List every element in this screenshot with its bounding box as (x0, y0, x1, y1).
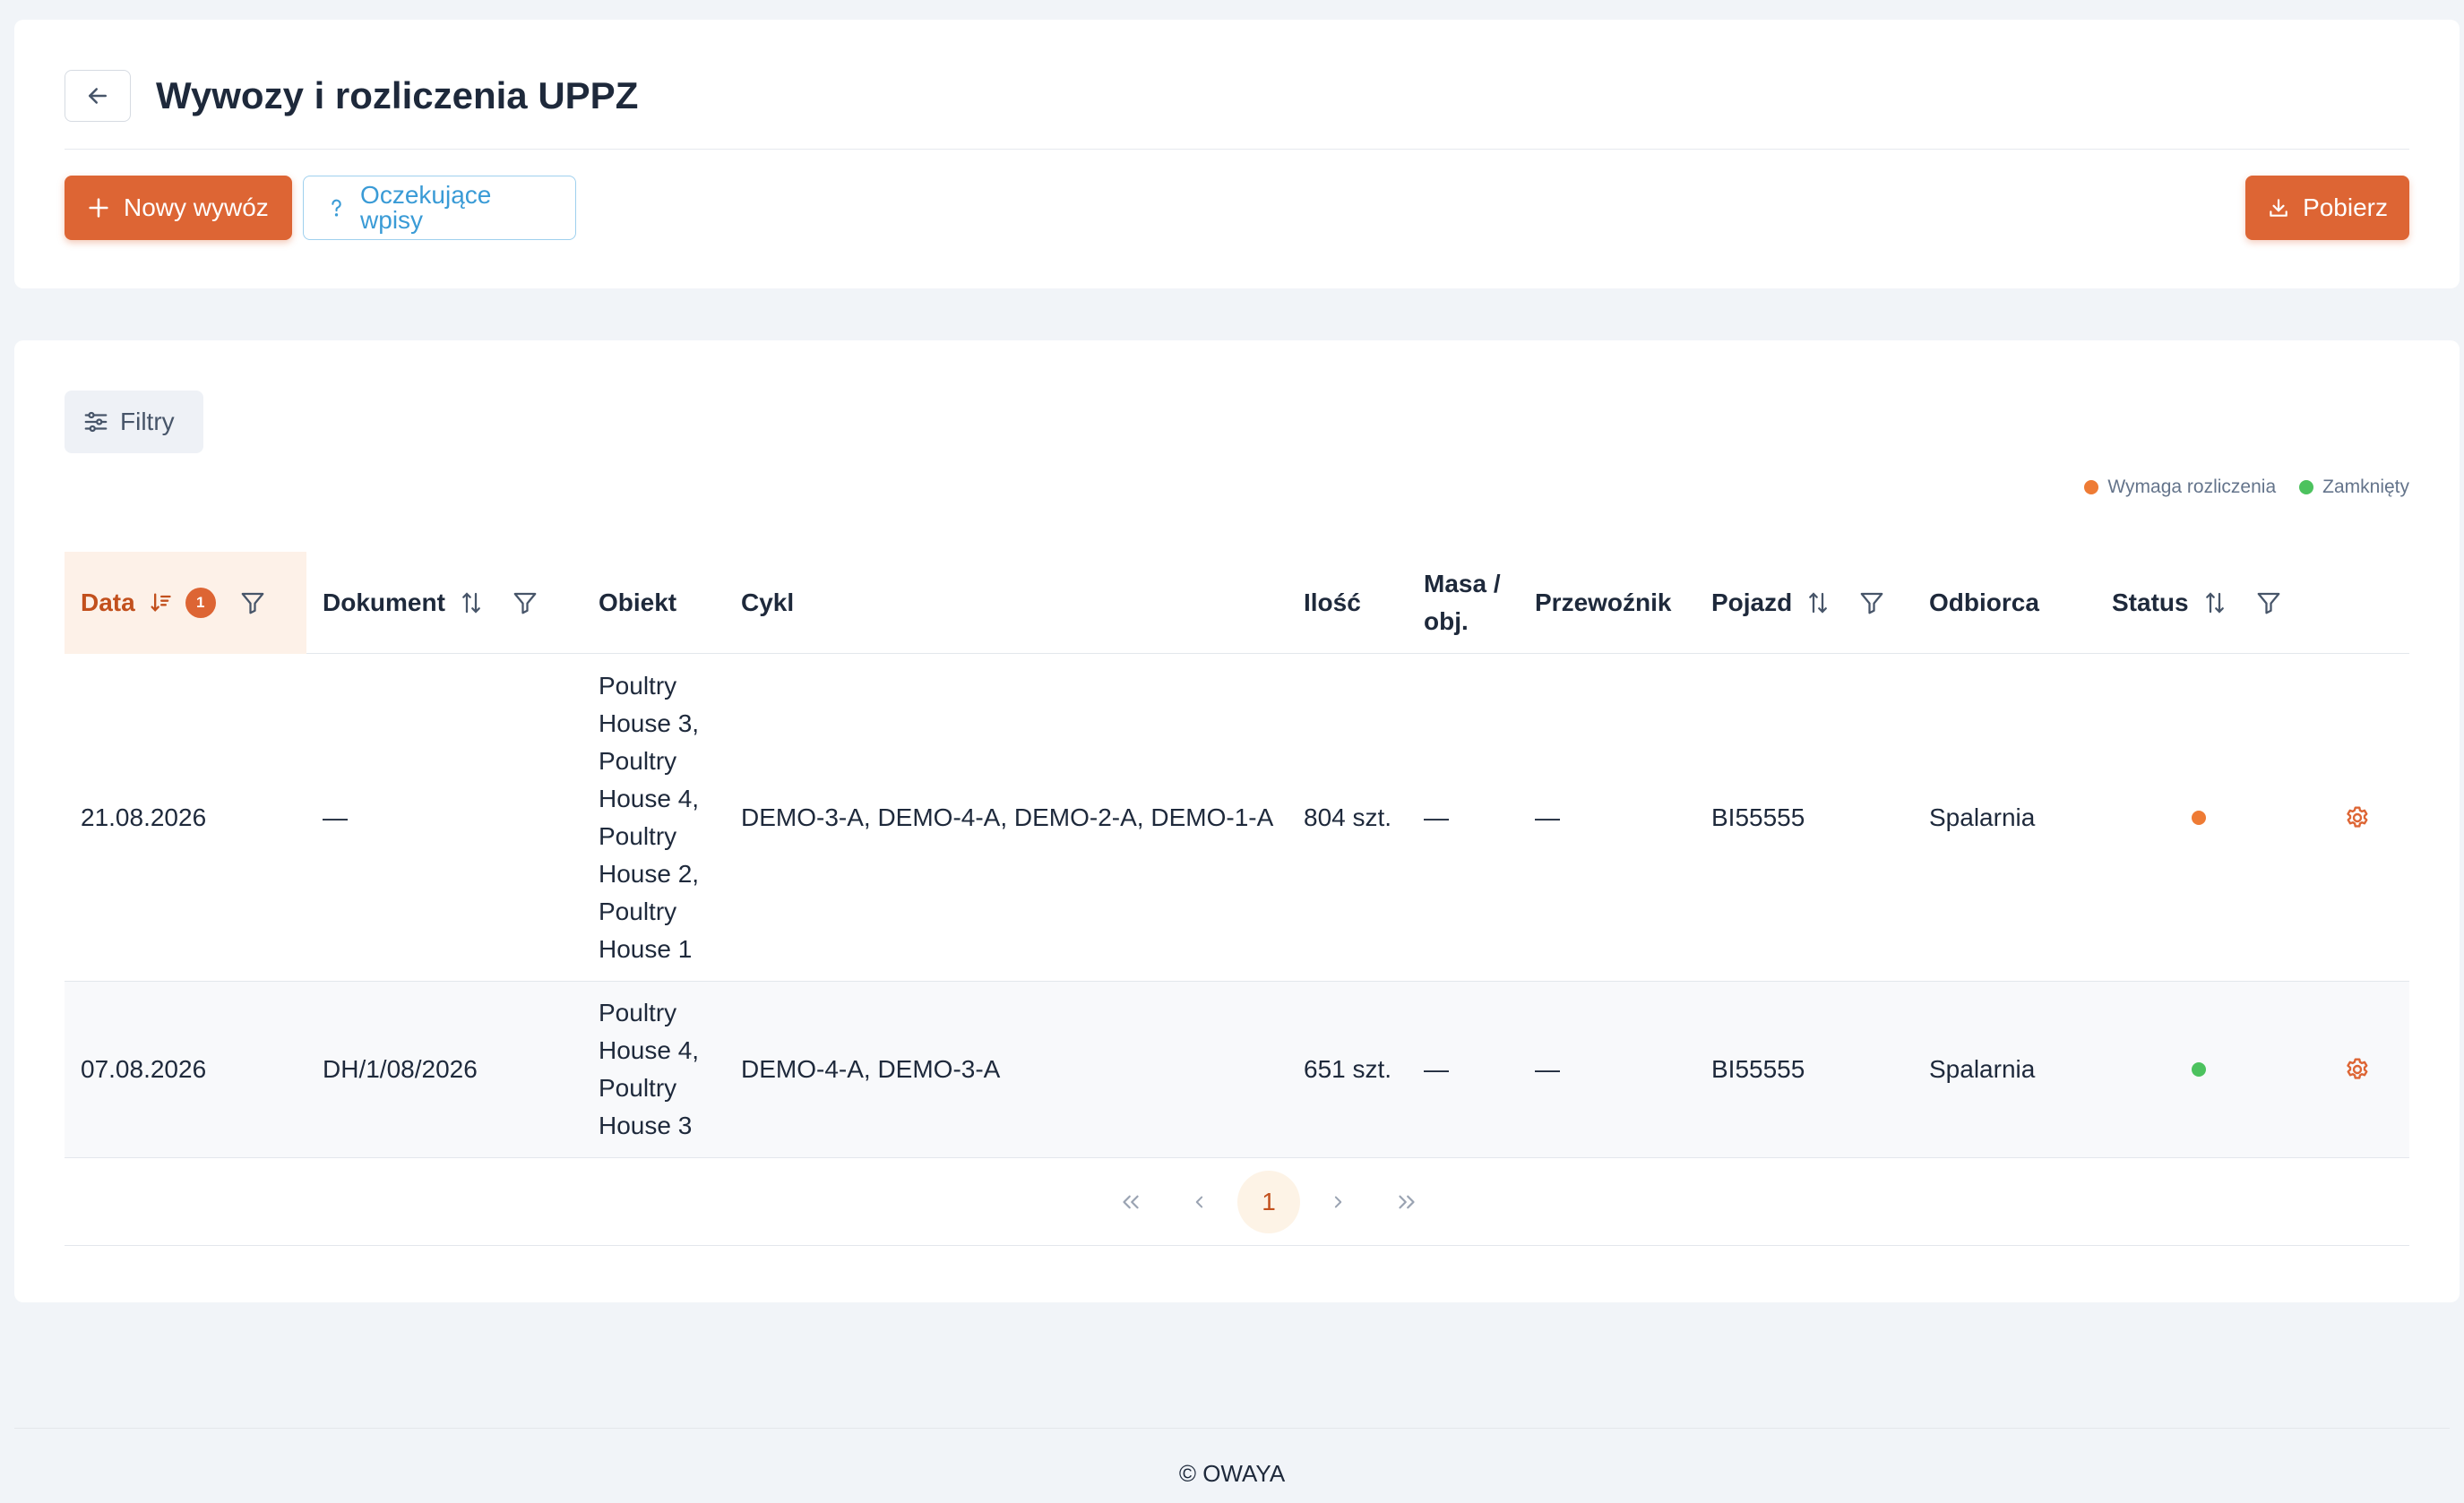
filters-label: Filtry (120, 408, 175, 435)
column-ilosc-label: Ilość (1304, 588, 1361, 616)
cell-data: 21.08.2026 (81, 803, 207, 831)
filter-icon[interactable] (512, 589, 538, 616)
pending-entries-label: Oczekujące wpisy (360, 181, 492, 234)
download-icon (2270, 199, 2287, 217)
filter-icon[interactable] (239, 589, 266, 616)
back-button[interactable] (65, 70, 131, 122)
column-przewoznik: Przewoźnik (1535, 552, 1671, 654)
plus-icon (89, 198, 108, 218)
column-data-label: Data (81, 588, 135, 616)
filters-button[interactable]: Filtry (65, 391, 203, 453)
status-legend: Wymaga rozliczenia Zamknięty (2084, 477, 2409, 498)
gear-icon[interactable] (2343, 803, 2372, 832)
table-row[interactable]: 21.08.2026 — Poultry House 3, Poultry Ho… (65, 654, 2409, 982)
header-card: Wywozy i rozliczenia UPPZ Nowy wywóz Ocz… (14, 20, 2460, 288)
sort-order-badge: 1 (185, 588, 216, 618)
column-status[interactable]: Status (2112, 552, 2282, 654)
download-label: Pobierz (2303, 193, 2388, 221)
chevron-right-icon (1334, 1196, 1342, 1208)
column-obiekt: Obiekt (599, 552, 676, 654)
new-removal-label: Nowy wywóz (124, 193, 269, 221)
main-card: Filtry Wymaga rozliczenia Zamknięty Data… (14, 340, 2460, 1302)
column-pojazd[interactable]: Pojazd (1711, 552, 1885, 654)
chevrons-right-icon (1399, 1195, 1415, 1209)
footer-copyright: © OWAYA (1178, 1460, 1286, 1487)
column-data[interactable]: Data 1 (65, 552, 306, 654)
status-dot (2192, 810, 2206, 825)
legend-item-closed: Zamknięty (2299, 477, 2409, 498)
column-status-label: Status (2112, 588, 2189, 616)
column-przewoznik-label: Przewoźnik (1535, 588, 1672, 616)
cell-odbiorca: Spalarnia (1929, 1055, 2036, 1083)
column-pojazd-label: Pojazd (1711, 588, 1793, 616)
legend-label: Wymaga rozliczenia (2107, 477, 2277, 497)
column-cykl-label: Cykl (741, 588, 795, 616)
cell-przewoznik: — (1535, 1055, 1560, 1083)
page-title: Wywozy i rozliczenia UPPZ (156, 74, 639, 116)
cell-obiekt: Poultry House 3, Poultry House 4, Poultr… (599, 671, 700, 963)
legend-label: Zamknięty (2322, 477, 2409, 497)
cell-przewoznik: — (1535, 803, 1560, 831)
cell-dokument: — (323, 803, 348, 831)
cell-cykl: DEMO-4-A, DEMO-3-A (741, 1055, 1001, 1083)
column-masa-label: Masa / obj. (1424, 570, 1501, 635)
column-odbiorca-label: Odbiorca (1929, 588, 2039, 616)
cell-cykl: DEMO-3-A, DEMO-4-A, DEMO-2-A, DEMO-1-A (741, 803, 1274, 831)
sort-desc-icon[interactable] (148, 589, 173, 616)
filter-icon[interactable] (1858, 589, 1885, 616)
column-odbiorca: Odbiorca (1929, 552, 2039, 654)
next-page-button[interactable] (1306, 1171, 1369, 1233)
sort-icon[interactable] (458, 589, 485, 616)
legend-dot-green (2299, 480, 2314, 494)
cell-actions (2343, 654, 2372, 981)
table-row[interactable]: 07.08.2026 DH/1/08/2026 Poultry House 4,… (65, 982, 2409, 1158)
column-dokument-label: Dokument (323, 588, 445, 616)
gear-icon[interactable] (2343, 1055, 2372, 1084)
sort-icon[interactable] (1805, 589, 1831, 616)
cell-masa: — (1424, 1055, 1449, 1083)
removals-table: Data 1 Dokument Obiekt Cykl Ilość Masa /… (65, 552, 2409, 1246)
status-dot (2192, 1062, 2206, 1077)
last-page-button[interactable] (1375, 1171, 1438, 1233)
chevron-left-icon (1195, 1196, 1203, 1208)
cell-obiekt: Poultry House 4, Poultry House 3 (599, 999, 700, 1139)
cell-actions (2343, 982, 2372, 1157)
filter-icon[interactable] (2255, 589, 2282, 616)
download-button[interactable]: Pobierz (2245, 176, 2409, 240)
cell-status (2192, 654, 2206, 981)
column-obiekt-label: Obiekt (599, 588, 677, 616)
cell-data: 07.08.2026 (81, 1055, 207, 1083)
table-header: Data 1 Dokument Obiekt Cykl Ilość Masa /… (65, 552, 2409, 654)
pending-entries-button[interactable]: Oczekujące wpisy (303, 176, 576, 240)
cell-pojazd: BI55555 (1711, 803, 1805, 831)
cell-dokument: DH/1/08/2026 (323, 1055, 478, 1083)
question-icon (332, 199, 341, 217)
chevrons-left-icon (1123, 1195, 1139, 1209)
legend-dot-orange (2084, 480, 2099, 494)
cell-masa: — (1424, 803, 1449, 831)
column-dokument[interactable]: Dokument (323, 552, 538, 654)
first-page-button[interactable] (1099, 1171, 1162, 1233)
footer-divider (14, 1428, 2450, 1429)
column-cykl: Cykl (741, 552, 794, 654)
legend-item-requires-settlement: Wymaga rozliczenia (2084, 477, 2276, 498)
new-removal-button[interactable]: Nowy wywóz (65, 176, 292, 240)
page-button-current[interactable]: 1 (1237, 1171, 1300, 1233)
cell-odbiorca: Spalarnia (1929, 803, 2036, 831)
sort-icon[interactable] (2201, 589, 2228, 616)
cell-pojazd: BI55555 (1711, 1055, 1805, 1083)
sliders-icon (84, 411, 108, 433)
column-masa: Masa / obj. (1424, 552, 1501, 654)
cell-ilosc: 804 szt. (1304, 803, 1392, 831)
column-ilosc: Ilość (1304, 552, 1361, 654)
cell-ilosc: 651 szt. (1304, 1055, 1392, 1083)
pagination: 1 (65, 1158, 2409, 1246)
previous-page-button[interactable] (1168, 1171, 1231, 1233)
arrow-left-icon (89, 88, 107, 104)
header-divider (65, 149, 2409, 150)
cell-status (2192, 982, 2206, 1157)
